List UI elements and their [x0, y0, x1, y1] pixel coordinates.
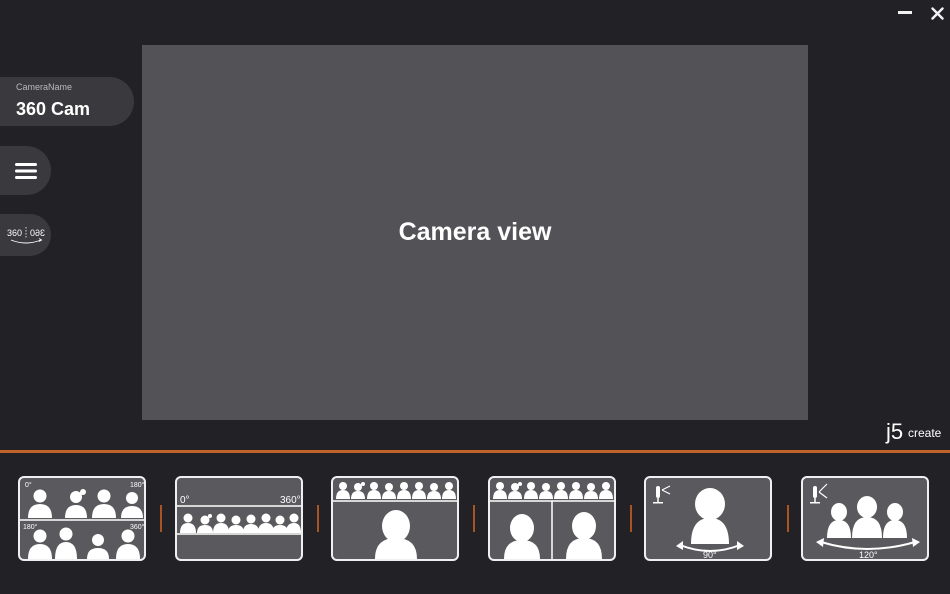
focus-90-view-icon: 90°	[653, 485, 744, 559]
mode-panorama-view-button[interactable]: 0° 360°	[175, 476, 303, 561]
mode-panorama-speaker-view-button[interactable]	[331, 476, 459, 561]
minimize-button[interactable]	[894, 4, 916, 22]
hamburger-menu-icon	[14, 162, 37, 179]
brand-logo: j5 create	[884, 417, 946, 450]
mode-panorama-dual-speaker-view-button[interactable]	[488, 476, 616, 561]
mode-separator	[630, 505, 632, 532]
close-icon	[930, 6, 944, 20]
wide-120-view-icon: 120°	[810, 483, 920, 559]
view-360-right-label: 360	[29, 228, 44, 238]
panorama-view-icon: 0° 360°	[177, 495, 301, 535]
panorama-label-360: 360°	[280, 495, 301, 506]
quad-label-180-bottom: 180°	[23, 523, 38, 531]
mode-focus-90-view-button[interactable]: 90°	[644, 476, 772, 561]
view-360-left-label: 360	[7, 228, 22, 238]
mode-wide-120-view-button[interactable]: 120°	[801, 476, 929, 561]
mode-quad-view-button[interactable]: 0° 180° 180° 360°	[18, 476, 146, 561]
logo-suffix: create	[908, 426, 942, 440]
quad-view-icon: 0° 180° 180° 360°	[20, 481, 144, 559]
menu-button[interactable]	[0, 146, 51, 195]
focus-90-label: 90°	[703, 550, 717, 559]
mode-separator	[787, 505, 789, 532]
mode-separator	[160, 505, 162, 532]
camera-name-panel: CameraName 360 Cam	[0, 77, 134, 126]
logo-prefix: j5	[885, 419, 903, 444]
panorama-dual-speaker-view-icon	[490, 482, 614, 559]
quad-label-360: 360°	[130, 523, 144, 531]
camera-name-label: CameraName	[16, 82, 73, 92]
wide-120-label: 120°	[859, 550, 878, 559]
accent-divider	[0, 450, 950, 453]
quad-label-0: 0°	[25, 481, 32, 489]
camera-view-panel[interactable]: Camera view	[142, 45, 808, 420]
mode-separator	[317, 505, 319, 532]
close-button[interactable]	[926, 4, 948, 22]
mode-separator	[473, 505, 475, 532]
camera-name-value: 360 Cam	[16, 99, 91, 119]
minimize-icon	[898, 11, 912, 14]
view-360-icon: 360 360	[7, 227, 45, 244]
view-360-toggle-button[interactable]: 360 360	[0, 214, 51, 256]
camera-view-text: Camera view	[398, 218, 552, 246]
panorama-speaker-view-icon	[333, 482, 457, 559]
panorama-label-0: 0°	[180, 495, 190, 506]
quad-label-180-top: 180°	[130, 481, 144, 489]
